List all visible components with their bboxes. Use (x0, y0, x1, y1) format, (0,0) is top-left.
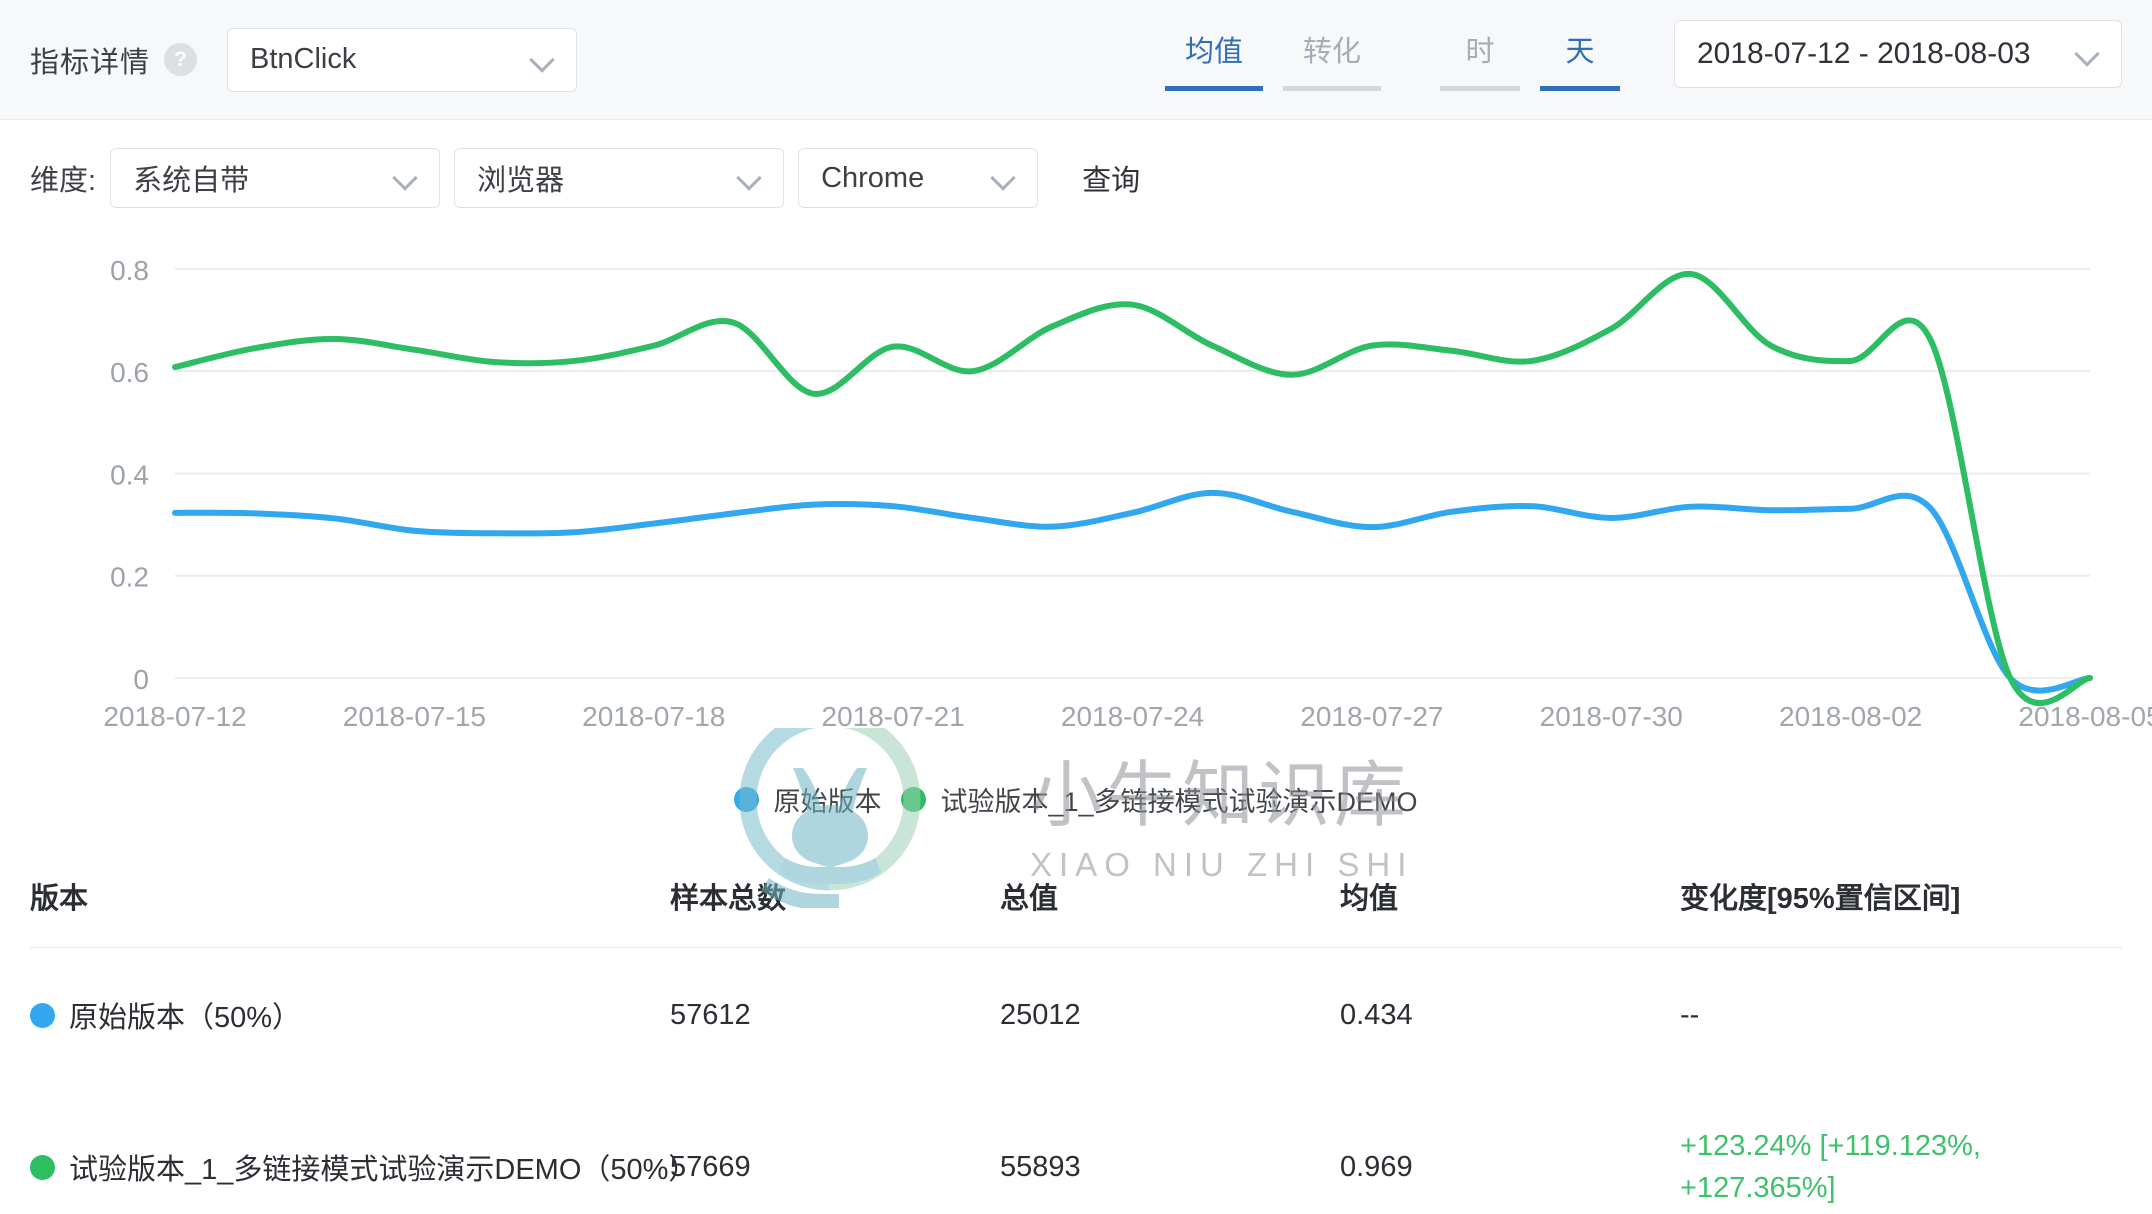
cell-total: 55893 (1000, 1150, 1081, 1183)
cell-change: -- (1680, 998, 1700, 1031)
cell-samples: 57669 (670, 1150, 751, 1183)
stat-type-tabs: 均值 转化 (1165, 28, 1381, 91)
dimension-label: 维度: (30, 165, 97, 197)
dimension-type-select[interactable]: 浏览器 (454, 148, 785, 208)
table-header-row: 版本 样本总数 总值 均值 变化度[95%置信区间] (30, 875, 2122, 948)
chevron-down-icon (530, 47, 556, 73)
x-axis-tick-label: 2018-07-12 (103, 701, 246, 732)
dimension-type-value: 浏览器 (477, 165, 565, 197)
x-axis-tick-label: 2018-07-18 (582, 701, 725, 732)
cell-total: 25012 (1000, 998, 1081, 1031)
dimension-source-select[interactable]: 系统自带 (110, 148, 441, 208)
chevron-down-icon (2075, 41, 2101, 67)
x-axis-tick-label: 2018-07-21 (822, 701, 965, 732)
version-color-dot (30, 1002, 55, 1028)
cell-version: 试验版本_1_多链接模式试验演示DEMO（50%） (30, 1083, 697, 1214)
column-header-change: 变化度[95%置信区间] (1680, 875, 2122, 948)
question-circle-icon[interactable]: ? (164, 43, 198, 76)
y-axis-tick-label: 0.4 (110, 459, 149, 490)
tab-conversion[interactable]: 转化 (1283, 28, 1381, 91)
column-header-version: 版本 (30, 875, 670, 948)
dimension-source-value: 系统自带 (133, 165, 250, 197)
query-button[interactable]: 查询 (1082, 157, 1140, 199)
page-title: 指标详情 (30, 46, 151, 79)
x-axis-tick-label: 2018-07-30 (1540, 701, 1683, 732)
metric-selector-group: 指标详情 ? BtnClick (0, 27, 578, 92)
chevron-down-icon (393, 165, 419, 191)
cell-version: 原始版本（50%） (30, 948, 670, 1083)
top-toolbar: 指标详情 ? BtnClick 均值 转化 时 天 2018-07-12 - 2… (0, 0, 2152, 120)
column-header-mean: 均值 (1340, 875, 1680, 948)
tab-day[interactable]: 天 (1540, 28, 1620, 91)
x-axis-tick-label: 2018-07-24 (1061, 701, 1204, 732)
metric-line-chart: 0 0.2 0.4 0.6 0.8 2018-07-12 2018-07-15 2018-07… (0, 208, 2152, 908)
version-color-dot (30, 1154, 55, 1180)
chart-series-line-1 (172, 271, 2093, 706)
metric-select-value: BtnClick (250, 43, 357, 75)
chevron-down-icon (737, 165, 763, 191)
legend-color-dot (734, 787, 760, 812)
dimension-filter-row: 维度: 系统自带 浏览器 Chrome 查询 (0, 120, 2152, 208)
x-axis-tick-label: 2018-08-02 (1779, 701, 1922, 732)
y-axis-tick-label: 0 (133, 664, 149, 695)
version-name: 原始版本（50%） (69, 1002, 302, 1034)
chart-series-line-0 (172, 489, 2093, 694)
x-axis-tick-label: 2018-07-27 (1300, 701, 1443, 732)
y-axis-tick-label: 0.8 (110, 255, 149, 286)
date-range-picker[interactable]: 2018-07-12 - 2018-08-03 (1674, 20, 2122, 88)
cell-mean: 0.434 (1340, 998, 1413, 1031)
cell-change: +123.24% [+119.123%, +127.365%] (1680, 1130, 1981, 1205)
analytics-page: 指标详情 ? BtnClick 均值 转化 时 天 2018-07-12 - 2… (0, 0, 2152, 1214)
experiment-results-table: 版本 样本总数 总值 均值 变化度[95%置信区间] 原始版本（50%） 576… (0, 875, 2152, 1214)
x-axis-tick-label: 2018-07-15 (343, 701, 486, 732)
dimension-value-select[interactable]: Chrome (798, 148, 1039, 208)
column-header-total: 总值 (1000, 875, 1340, 948)
cell-samples: 57612 (670, 998, 751, 1031)
chart-canvas: 0 0.2 0.4 0.6 0.8 2018-07-12 2018-07-15 2018-07… (103, 255, 2152, 732)
granularity-tabs: 时 天 (1440, 28, 1620, 91)
cell-mean: 0.969 (1340, 1150, 1413, 1183)
version-name: 试验版本_1_多链接模式试验演示DEMO（50%） (69, 1154, 698, 1187)
y-axis-tick-label: 0.6 (110, 357, 149, 388)
table-row: 试验版本_1_多链接模式试验演示DEMO（50%） 57669 55893 0.… (30, 1083, 2122, 1214)
date-range-value: 2018-07-12 - 2018-08-03 (1697, 37, 2031, 70)
tab-mean[interactable]: 均值 (1165, 28, 1263, 91)
dimension-value-value: Chrome (821, 161, 925, 194)
tab-hour[interactable]: 时 (1440, 28, 1520, 91)
column-header-samples: 样本总数 (670, 875, 1000, 948)
y-axis-tick-label: 0.2 (110, 562, 149, 593)
chevron-down-icon (991, 165, 1017, 191)
metric-select[interactable]: BtnClick (227, 27, 578, 92)
legend-color-dot (901, 787, 927, 812)
table-row: 原始版本（50%） 57612 25012 0.434 -- (30, 948, 2122, 1083)
